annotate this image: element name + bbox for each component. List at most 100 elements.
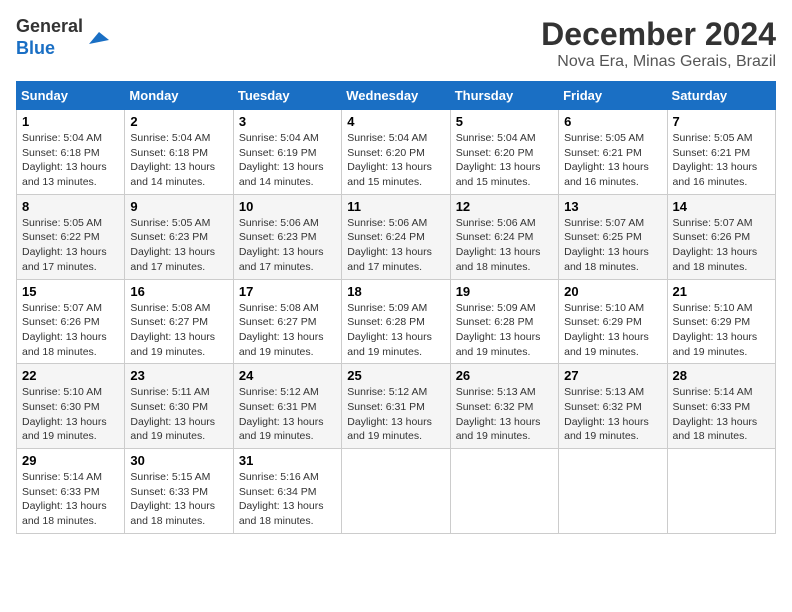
title-block: December 2024 Nova Era, Minas Gerais, Br…	[541, 16, 776, 71]
day-number: 31	[239, 453, 336, 468]
calendar-cell: 14 Sunrise: 5:07 AM Sunset: 6:26 PM Dayl…	[667, 194, 775, 279]
day-number: 6	[564, 114, 661, 129]
calendar-cell: 6 Sunrise: 5:05 AM Sunset: 6:21 PM Dayli…	[559, 110, 667, 195]
day-number: 11	[347, 199, 444, 214]
calendar-cell: 25 Sunrise: 5:12 AM Sunset: 6:31 PM Dayl…	[342, 364, 450, 449]
day-info: Sunrise: 5:14 AM Sunset: 6:33 PM Dayligh…	[673, 385, 770, 444]
day-info: Sunrise: 5:07 AM Sunset: 6:25 PM Dayligh…	[564, 216, 661, 275]
day-info: Sunrise: 5:04 AM Sunset: 6:20 PM Dayligh…	[347, 131, 444, 190]
calendar-cell: 16 Sunrise: 5:08 AM Sunset: 6:27 PM Dayl…	[125, 279, 233, 364]
day-number: 1	[22, 114, 119, 129]
calendar-cell: 2 Sunrise: 5:04 AM Sunset: 6:18 PM Dayli…	[125, 110, 233, 195]
day-number: 26	[456, 368, 553, 383]
calendar-cell	[559, 449, 667, 534]
calendar-week-5: 29 Sunrise: 5:14 AM Sunset: 6:33 PM Dayl…	[17, 449, 776, 534]
day-info: Sunrise: 5:13 AM Sunset: 6:32 PM Dayligh…	[564, 385, 661, 444]
calendar-cell: 7 Sunrise: 5:05 AM Sunset: 6:21 PM Dayli…	[667, 110, 775, 195]
calendar-cell: 22 Sunrise: 5:10 AM Sunset: 6:30 PM Dayl…	[17, 364, 125, 449]
day-number: 9	[130, 199, 227, 214]
day-number: 14	[673, 199, 770, 214]
day-info: Sunrise: 5:07 AM Sunset: 6:26 PM Dayligh…	[22, 301, 119, 360]
weekday-row: SundayMondayTuesdayWednesdayThursdayFrid…	[17, 82, 776, 110]
calendar-cell: 17 Sunrise: 5:08 AM Sunset: 6:27 PM Dayl…	[233, 279, 341, 364]
weekday-header-sunday: Sunday	[17, 82, 125, 110]
logo: General Blue	[16, 16, 109, 59]
day-number: 25	[347, 368, 444, 383]
day-info: Sunrise: 5:10 AM Sunset: 6:29 PM Dayligh…	[564, 301, 661, 360]
calendar-week-2: 8 Sunrise: 5:05 AM Sunset: 6:22 PM Dayli…	[17, 194, 776, 279]
day-info: Sunrise: 5:07 AM Sunset: 6:26 PM Dayligh…	[673, 216, 770, 275]
calendar-cell: 18 Sunrise: 5:09 AM Sunset: 6:28 PM Dayl…	[342, 279, 450, 364]
calendar-cell: 30 Sunrise: 5:15 AM Sunset: 6:33 PM Dayl…	[125, 449, 233, 534]
day-info: Sunrise: 5:09 AM Sunset: 6:28 PM Dayligh…	[456, 301, 553, 360]
weekday-header-wednesday: Wednesday	[342, 82, 450, 110]
day-info: Sunrise: 5:06 AM Sunset: 6:23 PM Dayligh…	[239, 216, 336, 275]
day-number: 20	[564, 284, 661, 299]
calendar-cell: 24 Sunrise: 5:12 AM Sunset: 6:31 PM Dayl…	[233, 364, 341, 449]
weekday-header-monday: Monday	[125, 82, 233, 110]
weekday-header-thursday: Thursday	[450, 82, 558, 110]
day-number: 10	[239, 199, 336, 214]
calendar-cell: 15 Sunrise: 5:07 AM Sunset: 6:26 PM Dayl…	[17, 279, 125, 364]
day-info: Sunrise: 5:09 AM Sunset: 6:28 PM Dayligh…	[347, 301, 444, 360]
day-number: 5	[456, 114, 553, 129]
day-number: 21	[673, 284, 770, 299]
day-number: 22	[22, 368, 119, 383]
calendar-cell: 4 Sunrise: 5:04 AM Sunset: 6:20 PM Dayli…	[342, 110, 450, 195]
calendar-cell: 3 Sunrise: 5:04 AM Sunset: 6:19 PM Dayli…	[233, 110, 341, 195]
day-info: Sunrise: 5:04 AM Sunset: 6:18 PM Dayligh…	[22, 131, 119, 190]
day-info: Sunrise: 5:05 AM Sunset: 6:21 PM Dayligh…	[564, 131, 661, 190]
calendar-cell: 9 Sunrise: 5:05 AM Sunset: 6:23 PM Dayli…	[125, 194, 233, 279]
calendar-header: SundayMondayTuesdayWednesdayThursdayFrid…	[17, 82, 776, 110]
day-info: Sunrise: 5:06 AM Sunset: 6:24 PM Dayligh…	[347, 216, 444, 275]
calendar-week-1: 1 Sunrise: 5:04 AM Sunset: 6:18 PM Dayli…	[17, 110, 776, 195]
day-info: Sunrise: 5:05 AM Sunset: 6:23 PM Dayligh…	[130, 216, 227, 275]
day-info: Sunrise: 5:11 AM Sunset: 6:30 PM Dayligh…	[130, 385, 227, 444]
day-number: 12	[456, 199, 553, 214]
day-info: Sunrise: 5:05 AM Sunset: 6:21 PM Dayligh…	[673, 131, 770, 190]
day-info: Sunrise: 5:06 AM Sunset: 6:24 PM Dayligh…	[456, 216, 553, 275]
day-number: 15	[22, 284, 119, 299]
calendar-cell: 1 Sunrise: 5:04 AM Sunset: 6:18 PM Dayli…	[17, 110, 125, 195]
calendar-cell: 27 Sunrise: 5:13 AM Sunset: 6:32 PM Dayl…	[559, 364, 667, 449]
calendar-cell: 29 Sunrise: 5:14 AM Sunset: 6:33 PM Dayl…	[17, 449, 125, 534]
calendar-cell: 31 Sunrise: 5:16 AM Sunset: 6:34 PM Dayl…	[233, 449, 341, 534]
calendar-week-4: 22 Sunrise: 5:10 AM Sunset: 6:30 PM Dayl…	[17, 364, 776, 449]
day-info: Sunrise: 5:08 AM Sunset: 6:27 PM Dayligh…	[130, 301, 227, 360]
calendar-cell: 28 Sunrise: 5:14 AM Sunset: 6:33 PM Dayl…	[667, 364, 775, 449]
calendar-cell: 8 Sunrise: 5:05 AM Sunset: 6:22 PM Dayli…	[17, 194, 125, 279]
month-year: December 2024	[541, 16, 776, 53]
day-number: 7	[673, 114, 770, 129]
weekday-header-saturday: Saturday	[667, 82, 775, 110]
logo-blue: Blue	[16, 38, 55, 58]
day-number: 19	[456, 284, 553, 299]
day-number: 30	[130, 453, 227, 468]
day-info: Sunrise: 5:04 AM Sunset: 6:19 PM Dayligh…	[239, 131, 336, 190]
calendar-cell	[450, 449, 558, 534]
day-info: Sunrise: 5:12 AM Sunset: 6:31 PM Dayligh…	[347, 385, 444, 444]
day-info: Sunrise: 5:16 AM Sunset: 6:34 PM Dayligh…	[239, 470, 336, 529]
day-number: 29	[22, 453, 119, 468]
day-number: 13	[564, 199, 661, 214]
day-number: 28	[673, 368, 770, 383]
calendar-cell: 26 Sunrise: 5:13 AM Sunset: 6:32 PM Dayl…	[450, 364, 558, 449]
calendar-week-3: 15 Sunrise: 5:07 AM Sunset: 6:26 PM Dayl…	[17, 279, 776, 364]
day-number: 16	[130, 284, 227, 299]
calendar-cell	[342, 449, 450, 534]
weekday-header-friday: Friday	[559, 82, 667, 110]
day-info: Sunrise: 5:05 AM Sunset: 6:22 PM Dayligh…	[22, 216, 119, 275]
calendar-cell: 20 Sunrise: 5:10 AM Sunset: 6:29 PM Dayl…	[559, 279, 667, 364]
calendar-cell: 12 Sunrise: 5:06 AM Sunset: 6:24 PM Dayl…	[450, 194, 558, 279]
day-number: 8	[22, 199, 119, 214]
day-info: Sunrise: 5:10 AM Sunset: 6:30 PM Dayligh…	[22, 385, 119, 444]
day-number: 18	[347, 284, 444, 299]
calendar-cell: 13 Sunrise: 5:07 AM Sunset: 6:25 PM Dayl…	[559, 194, 667, 279]
calendar-cell: 10 Sunrise: 5:06 AM Sunset: 6:23 PM Dayl…	[233, 194, 341, 279]
weekday-header-tuesday: Tuesday	[233, 82, 341, 110]
calendar-cell	[667, 449, 775, 534]
logo-text: General Blue	[16, 16, 83, 59]
day-number: 2	[130, 114, 227, 129]
day-info: Sunrise: 5:10 AM Sunset: 6:29 PM Dayligh…	[673, 301, 770, 360]
location: Nova Era, Minas Gerais, Brazil	[541, 53, 776, 71]
day-info: Sunrise: 5:15 AM Sunset: 6:33 PM Dayligh…	[130, 470, 227, 529]
